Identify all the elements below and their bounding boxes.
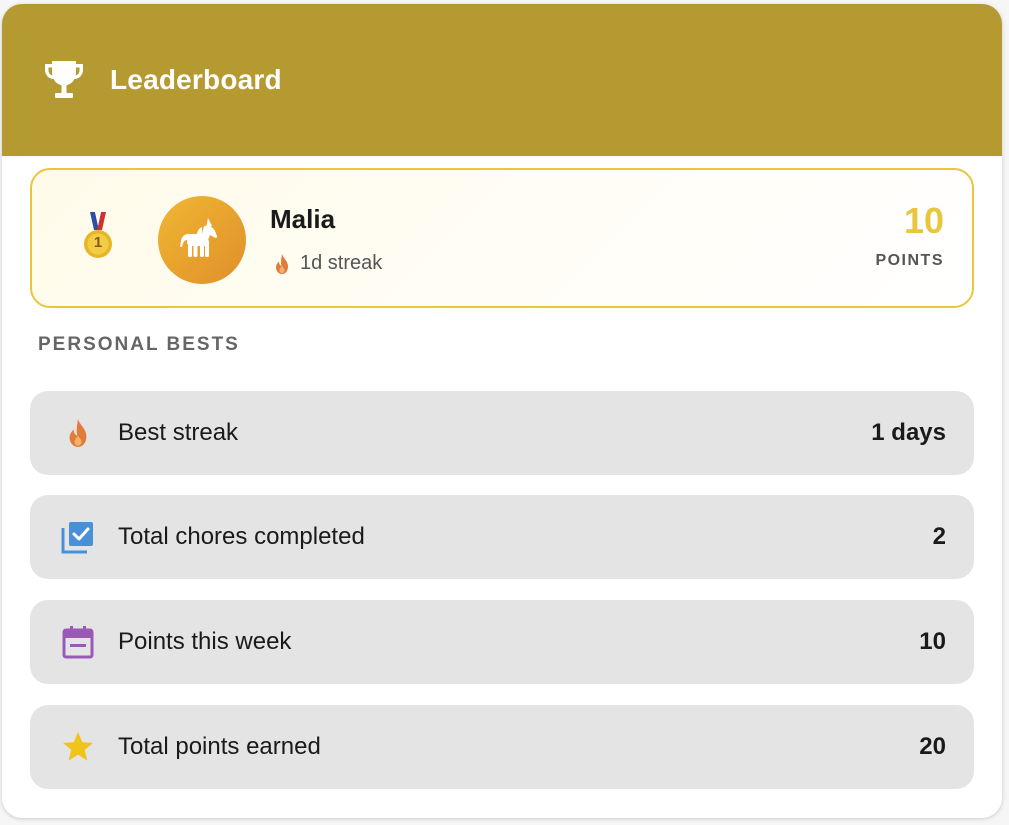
stat-row-total-points: Total points earned 20 (30, 705, 974, 789)
points-value: 10 (903, 200, 944, 241)
leaderboard-entry[interactable]: 1 Malia 1d streak 10 POINTS (30, 168, 974, 308)
calendar-icon (60, 624, 96, 660)
section-title: PERSONAL BESTS (38, 334, 240, 355)
stat-value: 20 (919, 733, 946, 760)
points-label: POINTS (875, 252, 944, 269)
card-header: Leaderboard (2, 4, 1002, 156)
stat-value: 2 (932, 523, 946, 550)
chores-check-icon (60, 519, 96, 555)
stat-label: Points this week (118, 628, 292, 655)
stat-label: Best streak (118, 419, 239, 446)
stat-row-best-streak: Best streak 1 days (30, 391, 974, 475)
flame-icon (272, 253, 292, 275)
leaderboard-card: Leaderboard 1 Malia 1d streak 10 POINTS … (2, 4, 1002, 818)
unicorn-icon (178, 216, 226, 265)
stat-row-total-chores: Total chores completed 2 (30, 495, 974, 579)
stat-row-points-this-week: Points this week 10 (30, 600, 974, 684)
rank-number: 1 (93, 234, 103, 251)
star-icon (60, 729, 96, 765)
stat-label: Total points earned (118, 733, 321, 760)
stat-value: 1 days (871, 419, 946, 446)
leader-name: Malia (270, 204, 336, 234)
avatar (158, 196, 246, 284)
trophy-icon (40, 56, 88, 104)
page-title: Leaderboard (110, 64, 282, 95)
streak-text: 1d streak (300, 252, 383, 274)
flame-icon (60, 415, 96, 451)
stat-label: Total chores completed (118, 523, 365, 550)
stat-value: 10 (919, 628, 946, 655)
streak-indicator: 1d streak (272, 252, 382, 275)
